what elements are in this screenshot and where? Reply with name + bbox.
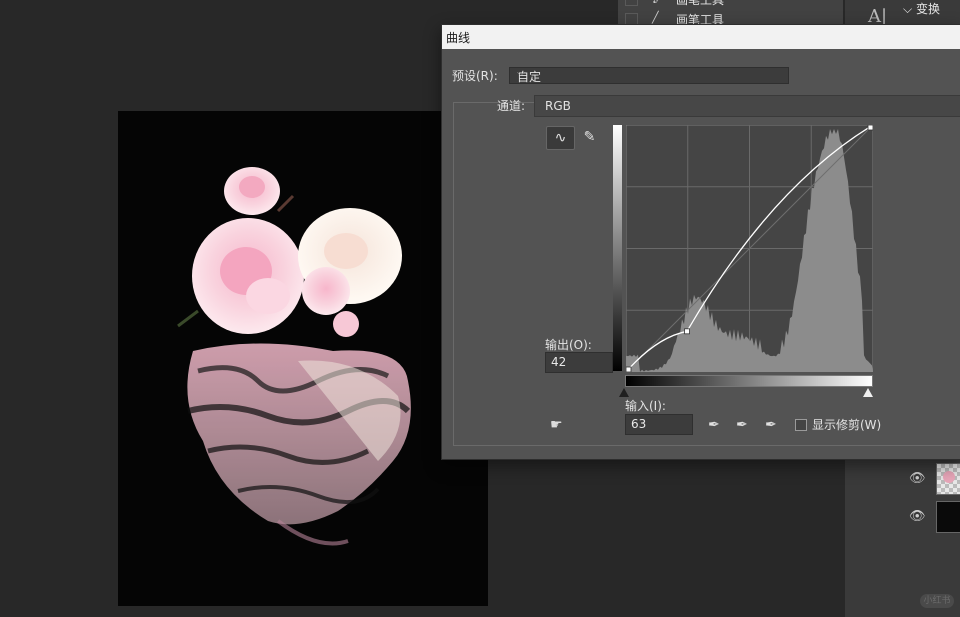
eye-icon[interactable]: 👁: [909, 509, 926, 524]
gray-eyedropper-icon[interactable]: ✒: [736, 417, 748, 433]
black-thumbnail: [936, 501, 960, 533]
watermark: 小红书: [920, 594, 954, 608]
layer-row[interactable]: 👁: [902, 462, 960, 498]
curve-point-mode-button[interactable]: ∿: [546, 126, 575, 150]
properties-section-header[interactable]: ⌵ 变换: [903, 0, 960, 16]
layer-row[interactable]: 👁: [902, 500, 960, 536]
preset-label: 预设(R):: [452, 69, 498, 83]
eye-icon[interactable]: 👁: [909, 471, 926, 486]
curve-control-point[interactable]: [867, 125, 873, 131]
white-eyedropper-icon[interactable]: ✒: [765, 417, 777, 433]
input-gradient-bar: [625, 375, 873, 387]
curves-dialog[interactable]: 曲线 预设(R): 自定 ⌵ 通道: RGB ∿ ✎ 输出(O): 42 输入(…: [441, 24, 960, 460]
input-label: 输入(I):: [625, 399, 666, 413]
output-gradient-bar: [613, 125, 622, 371]
flower-thumbnail: [936, 463, 960, 495]
output-value: 42: [551, 355, 567, 369]
show-clipping-label: 显示修剪(W): [812, 418, 882, 432]
on-image-adjust-icon[interactable]: ☛: [550, 417, 563, 433]
black-point-slider[interactable]: [619, 388, 629, 397]
flower-thumb-art: [943, 471, 955, 483]
channel-select[interactable]: RGB: [534, 95, 960, 117]
checkbox[interactable]: [625, 0, 638, 6]
flower-artwork: [177, 167, 411, 546]
channel-value: RGB: [545, 99, 571, 113]
white-point-slider[interactable]: [863, 388, 873, 397]
channel-label: 通道:: [497, 99, 526, 113]
chevron-down-icon: ⌵: [903, 2, 913, 16]
brush-icon: ╱: [652, 11, 659, 24]
curve-control-point[interactable]: [626, 366, 632, 372]
document-canvas[interactable]: [118, 111, 488, 606]
tool-preset-label: 画笔工具: [676, 0, 725, 7]
chevron-down-icon: ⌵: [517, 68, 525, 79]
brush-icon: 🖌: [652, 0, 666, 4]
dialog-titlebar[interactable]: 曲线: [442, 25, 960, 49]
curve-control-point[interactable]: [684, 328, 690, 335]
pencil-icon: ✎: [583, 129, 596, 145]
output-label: 输出(O):: [545, 338, 592, 352]
section-title: 变换: [915, 2, 940, 16]
output-field[interactable]: 42: [545, 352, 613, 373]
preset-select[interactable]: 自定 ⌵: [509, 67, 789, 84]
show-clipping-checkbox[interactable]: [795, 419, 807, 431]
black-eyedropper-icon[interactable]: ✒: [708, 417, 720, 433]
input-field[interactable]: 63: [625, 414, 693, 435]
curve-icon: ∿: [554, 130, 567, 146]
pencil-mode-button[interactable]: ✎: [576, 126, 603, 148]
input-value: 63: [631, 417, 647, 431]
tool-preset-row[interactable]: 🖌 画笔工具: [618, 0, 843, 7]
dialog-title: 曲线: [446, 31, 471, 45]
curve-graph[interactable]: [626, 125, 873, 372]
